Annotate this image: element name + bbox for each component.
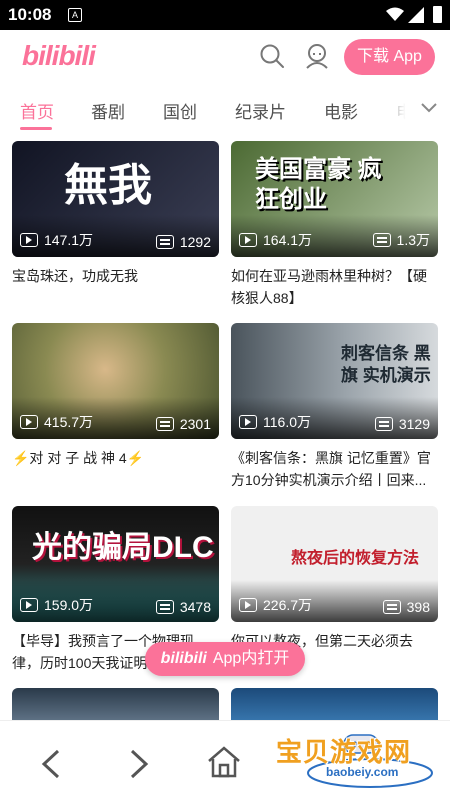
thumbnail-text: 熬夜后的恢复方法 <box>291 550 420 567</box>
danmaku-count: 1.3万 <box>372 230 430 250</box>
watermark-text: 宝贝游戏网 <box>276 737 412 767</box>
search-icon[interactable] <box>259 43 285 69</box>
play-count-icon <box>239 415 257 429</box>
video-thumbnail[interactable]: 熬夜后的恢复方法 226.7万 398 <box>231 506 438 622</box>
tab-movie[interactable]: 电影 <box>324 98 358 123</box>
danmaku-icon <box>382 600 401 614</box>
danmaku-count-text: 1.3万 <box>396 232 430 248</box>
view-count-text: 226.7万 <box>263 597 313 613</box>
tab-anime[interactable]: 番剧 <box>91 98 125 123</box>
open-in-app-label: App内打开 <box>212 650 290 667</box>
thumbnail-text: 光的骗局DLC <box>32 531 214 564</box>
active-tab-indicator <box>20 127 52 130</box>
thumbnail-text: 無我 <box>64 161 152 210</box>
open-in-app-button[interactable]: bilibili App内打开 <box>145 642 305 676</box>
chevron-down-icon[interactable] <box>420 98 438 116</box>
video-title[interactable]: ⚡对 对 子 战 神 4⚡ <box>12 447 219 469</box>
forward-arrow-icon[interactable] <box>126 749 150 779</box>
danmaku-count: 3129 <box>374 416 430 432</box>
back-arrow-icon[interactable] <box>40 749 64 779</box>
watermark-url: baobeiy.com <box>326 765 399 779</box>
video-thumbnail[interactable]: 無我 147.1万 1292 <box>12 141 219 257</box>
danmaku-icon <box>374 417 393 431</box>
status-time: 10:08 <box>8 5 52 24</box>
danmaku-count-text: 1292 <box>179 234 211 250</box>
view-count-text: 116.0万 <box>263 414 311 430</box>
danmaku-count: 1292 <box>155 234 211 250</box>
user-icon[interactable] <box>303 42 331 70</box>
danmaku-icon <box>155 600 174 614</box>
play-count-icon <box>20 415 38 429</box>
bilibili-logo[interactable]: bilibili <box>22 40 96 72</box>
danmaku-count-text: 398 <box>406 599 430 615</box>
video-title[interactable]: 《刺客信条：黑旗 记忆重置》官方10分钟实机演示介绍丨回来... <box>231 447 438 491</box>
view-count-text: 159.0万 <box>44 597 94 613</box>
thumbnail-text: 美国富豪 疯狂创业 <box>255 156 382 213</box>
video-title[interactable]: 如何在亚马逊雨林里种树？【硬核狠人88】 <box>231 265 438 309</box>
play-count-icon <box>239 598 257 612</box>
danmaku-icon <box>372 233 391 247</box>
video-thumbnail[interactable]: 美国富豪 疯狂创业 164.1万 1.3万 <box>231 141 438 257</box>
play-count-icon <box>20 598 38 612</box>
view-count-text: 415.7万 <box>44 414 94 430</box>
view-count-text: 164.1万 <box>263 232 313 248</box>
signal-icon <box>408 7 424 23</box>
danmaku-icon <box>155 235 174 249</box>
view-count: 415.7万 <box>20 412 93 432</box>
thumbnail-text: 刺客信条 黑旗 实机演示 <box>341 344 431 385</box>
wifi-icon <box>386 7 404 21</box>
play-count-icon <box>239 233 257 247</box>
danmaku-count: 2301 <box>155 416 211 432</box>
view-count: 164.1万 <box>239 230 312 250</box>
battery-icon <box>433 6 442 23</box>
video-thumbnail[interactable]: 刺客信条 黑旗 实机演示 116.0万 3129 <box>231 323 438 439</box>
video-thumbnail[interactable]: 光的骗局DLC 159.0万 3478 <box>12 506 219 622</box>
download-app-button[interactable]: 下载 App <box>344 39 435 75</box>
home-icon[interactable] <box>206 745 242 779</box>
view-count: 159.0万 <box>20 595 93 615</box>
tab-home[interactable]: 首页 <box>20 98 54 123</box>
danmaku-count-text: 3478 <box>179 599 211 615</box>
bilibili-logo: bilibili <box>160 650 207 667</box>
status-bar: 10:08 A <box>0 0 450 30</box>
notification-icon: A <box>68 8 82 22</box>
tab-guochuang[interactable]: 国创 <box>163 98 197 123</box>
tabs-fade <box>376 82 450 134</box>
danmaku-count-text: 2301 <box>179 416 211 432</box>
view-count: 116.0万 <box>239 412 311 432</box>
tab-documentary[interactable]: 纪录片 <box>235 98 286 123</box>
category-tabs: 首页 番剧 国创 纪录片 电影 电 <box>0 82 450 134</box>
video-title[interactable]: 宝岛珠还，功成无我 <box>12 265 219 287</box>
play-count-icon <box>20 233 38 247</box>
app-header: bilibili 下载 App <box>0 30 450 82</box>
danmaku-count: 3478 <box>155 599 211 615</box>
view-count-text: 147.1万 <box>44 232 94 248</box>
view-count: 226.7万 <box>239 595 312 615</box>
view-count: 147.1万 <box>20 230 93 250</box>
video-thumbnail[interactable]: 415.7万 2301 <box>12 323 219 439</box>
danmaku-count-text: 3129 <box>398 416 430 432</box>
danmaku-count: 398 <box>382 599 430 615</box>
danmaku-icon <box>155 417 174 431</box>
